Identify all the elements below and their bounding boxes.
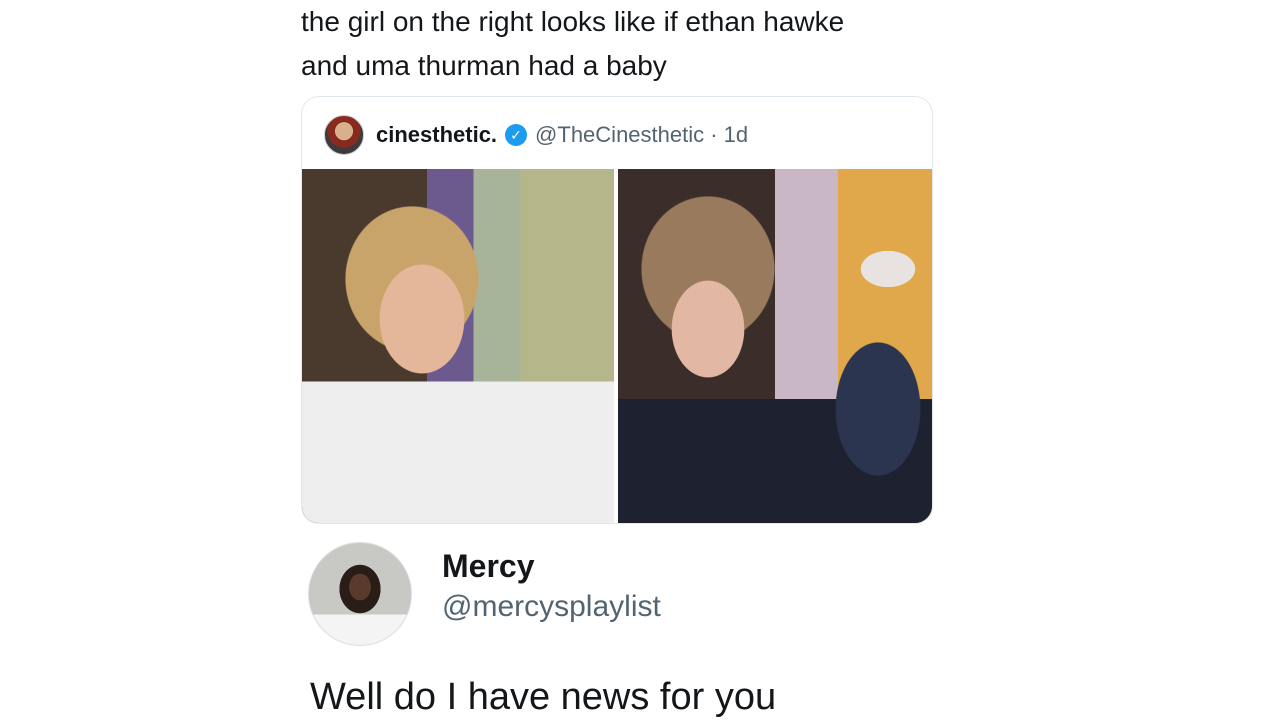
verified-badge-icon: ✓ bbox=[505, 124, 528, 146]
reply-user-avatar[interactable] bbox=[308, 542, 412, 646]
reply-user-handle[interactable]: @mercysplaylist bbox=[442, 590, 661, 624]
tweet-text-line-1: the girl on the right looks like if etha… bbox=[301, 6, 845, 37]
tweet-text-line-2: and uma thurman had a baby bbox=[301, 50, 667, 81]
quoted-user-handle-time[interactable]: @TheCinesthetic · 1d bbox=[535, 122, 748, 148]
reply-user-name[interactable]: Mercy bbox=[442, 548, 535, 585]
quoted-tweet-card[interactable]: cinesthetic. ✓ @TheCinesthetic · 1d bbox=[301, 96, 933, 524]
quoted-photo-right[interactable] bbox=[618, 169, 932, 523]
quoted-tweet-header: cinesthetic. ✓ @TheCinesthetic · 1d bbox=[324, 115, 748, 155]
quoted-user-name[interactable]: cinesthetic. bbox=[376, 122, 497, 148]
quoted-photo-left[interactable] bbox=[302, 169, 614, 523]
reply-text: Well do I have news for you bbox=[310, 676, 777, 718]
quoted-user-avatar[interactable] bbox=[324, 115, 364, 155]
tweet-text: the girl on the right looks like if etha… bbox=[301, 0, 941, 88]
